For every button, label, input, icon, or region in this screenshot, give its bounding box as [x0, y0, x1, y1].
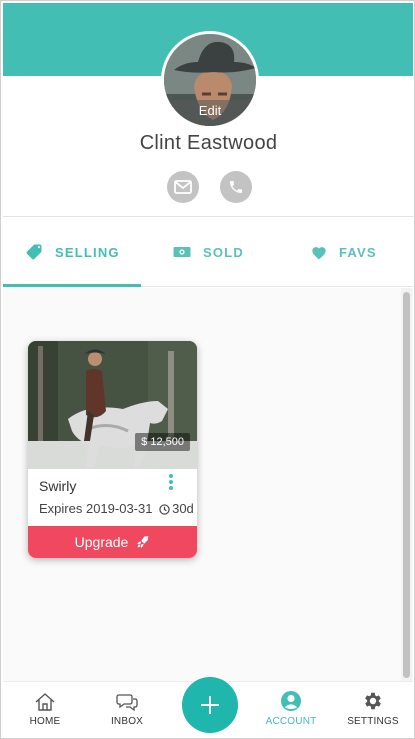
avatar-edit-label[interactable]: Edit: [164, 100, 256, 126]
listing-photo[interactable]: $ 12,500: [28, 341, 197, 469]
email-button[interactable]: [167, 171, 199, 203]
duration-text: 30d: [172, 501, 194, 516]
upgrade-label: Upgrade: [74, 534, 129, 550]
price-badge: $ 12,500: [135, 433, 190, 451]
user-circle-icon: [281, 691, 301, 711]
profile-name: Clint Eastwood: [139, 132, 278, 154]
nav-account-label: ACCOUNT: [265, 716, 317, 727]
plus-icon: [201, 696, 219, 714]
active-tab-indicator: [3, 284, 141, 287]
tabs-divider: [141, 286, 413, 287]
money-icon: [173, 247, 191, 257]
listing-tabs: SELLING SOLD FAVS: [3, 217, 413, 287]
app-frame: Edit Clint Eastwood SELLING SOLD FAVS $ …: [0, 0, 415, 739]
upgrade-button[interactable]: Upgrade: [28, 526, 197, 558]
nav-inbox[interactable]: INBOX: [92, 682, 162, 737]
tab-favs[interactable]: FAVS: [311, 217, 377, 287]
listing-title: Swirly: [39, 478, 77, 494]
nav-settings-label: SETTINGS: [347, 716, 399, 727]
rocket-icon: [137, 536, 149, 548]
nav-settings[interactable]: SETTINGS: [338, 682, 408, 737]
tab-sold-label: SOLD: [203, 244, 244, 260]
home-icon: [35, 693, 55, 711]
more-options-icon[interactable]: [167, 474, 175, 494]
phone-icon: [230, 181, 242, 193]
add-listing-button[interactable]: [182, 677, 238, 733]
tab-sold[interactable]: SOLD: [173, 217, 244, 287]
gear-icon: [365, 692, 381, 710]
nav-home[interactable]: HOME: [10, 682, 80, 737]
clock-icon: [159, 504, 170, 515]
tab-favs-label: FAVS: [339, 244, 377, 260]
phone-button[interactable]: [220, 171, 252, 203]
chat-bubbles-icon: [116, 694, 138, 712]
avatar[interactable]: Edit: [161, 31, 259, 129]
tab-selling-label: SELLING: [55, 244, 120, 260]
listing-card[interactable]: $ 12,500 Swirly Expires 2019-03-31 30d U…: [28, 341, 197, 558]
listing-expiry: Expires 2019-03-31 30d: [39, 501, 197, 516]
nav-account[interactable]: ACCOUNT: [256, 682, 326, 737]
tag-icon: [26, 244, 42, 260]
tab-selling[interactable]: SELLING: [25, 217, 120, 287]
expires-text: Expires 2019-03-31: [39, 501, 153, 516]
scrollbar-thumb[interactable]: [403, 292, 410, 678]
nav-home-label: HOME: [29, 716, 61, 727]
mail-icon: [174, 180, 192, 194]
nav-inbox-label: INBOX: [110, 716, 144, 727]
heart-icon: [312, 246, 326, 259]
